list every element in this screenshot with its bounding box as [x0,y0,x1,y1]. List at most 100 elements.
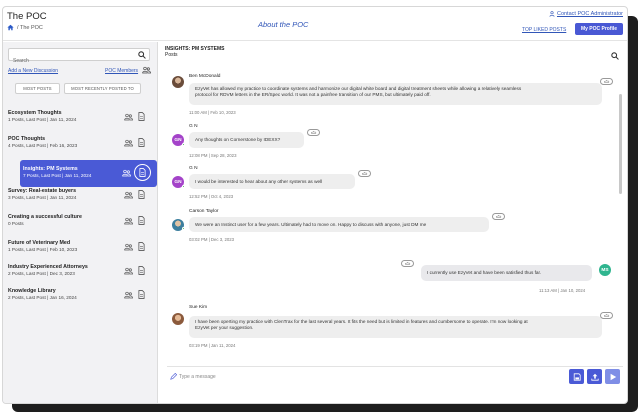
add-discussion-link[interactable]: Add a New Discussion [8,68,58,74]
message-author: Sue Kim [189,305,208,310]
document-button[interactable] [134,164,151,181]
save-button[interactable] [569,369,584,384]
poc-members-link[interactable]: POC Members [105,68,138,74]
message-author: G N [189,166,198,171]
group-icon[interactable] [124,139,133,147]
message-text: I would be interested to hear about any … [195,179,323,184]
search-icon[interactable] [611,52,619,60]
document-icon[interactable] [138,138,145,147]
person-icon [549,11,555,17]
group-icon[interactable] [124,191,133,199]
topic-title: Ecosystem Thoughts [8,110,62,116]
message-text: EzyVet per your suggestion. [195,325,254,330]
message-bubble: Any thoughts on Cornerstone by IDEXX? [189,132,304,148]
topic-meta: 0 Posts [8,221,24,226]
group-icon[interactable] [124,267,133,275]
breadcrumb: / The POC [7,24,43,31]
online-indicator [182,143,185,146]
sort-recent-button[interactable]: MOST RECENTLY POSTED TO [64,83,141,94]
message: GN G N I would be interested to hear abo… [159,164,627,204]
topic-item[interactable]: Knowledge Library 2 Posts, Last Post | J… [3,282,157,310]
like-button[interactable] [492,213,505,220]
members-icon[interactable] [142,66,151,74]
topic-item[interactable]: Ecosystem Thoughts 1 Posts, Last Post | … [3,104,157,132]
home-icon[interactable] [7,24,14,31]
sidebar-search [8,48,150,67]
message-timestamp: 03:19 PM | Jan 11, 2024 [189,343,236,348]
topic-meta: 3 Posts, Last Post | Jan 11, 2024 [8,195,77,200]
message-timestamp: 12:08 PM | Sep 28, 2023 [189,153,237,158]
online-indicator [182,227,185,230]
message-timestamp: 12:52 PM | Oct 4, 2023 [189,194,234,199]
document-icon[interactable] [138,190,145,199]
topic-meta: 7 Posts, Last Post | Jan 11, 2024 [23,173,92,178]
group-icon[interactable] [124,291,133,299]
like-button[interactable] [307,129,320,136]
online-indicator [182,185,185,188]
message-author: G N [189,124,198,129]
topic-title: Future of Veterinary Med [8,240,71,246]
send-button[interactable] [605,369,620,384]
thumbs-up-icon [361,172,367,175]
document-icon[interactable] [138,290,145,299]
like-button[interactable] [401,260,414,267]
message-bubble: I currently use EzyVet and have been sat… [421,265,592,281]
group-icon[interactable] [122,169,131,177]
top-liked-posts-link[interactable]: TOP LIKED POSTS [522,27,566,33]
upload-button[interactable] [587,369,602,384]
message-bubble: EzyVet has allowed my practice to coordi… [189,83,602,105]
message: Ben McDonald EzyVet has allowed my pract… [159,64,627,124]
thread-panel: INSIGHTS: PM SYSTEMS Posts Ben McDonald … [159,42,627,403]
sort-most-posts-button[interactable]: MOST POSTS [15,83,60,94]
topic-item[interactable]: POC Thoughts 4 Posts, Last Post | Feb 16… [3,130,157,158]
group-icon[interactable] [124,113,133,121]
pen-icon [170,373,177,380]
avatar[interactable]: MS [599,264,611,276]
upload-icon [590,373,599,381]
document-icon[interactable] [138,266,145,275]
avatar[interactable] [172,76,184,88]
message: Carson Taylor We were an Instinct user f… [159,208,627,248]
topic-title: Survey: Real-estate buyers [8,188,77,194]
save-icon [573,372,581,381]
contact-admin-link[interactable]: Contact POC Administrator [549,11,623,17]
message-bubble: I have been operting my practice with Cl… [189,316,602,338]
sidebar-search-input[interactable] [9,55,129,67]
topic-item[interactable]: Creating a successful culture 0 Posts [3,208,157,236]
topic-meta: 2 Posts, Last Post | Jan 16, 2024 [8,295,77,300]
topic-title: Creating a successful culture [8,214,82,220]
search-icon[interactable] [138,51,146,59]
about-poc-link[interactable]: About the POC [258,20,308,29]
like-button[interactable] [600,78,613,85]
app-window: The POC / The POC About the POC Contact … [2,6,628,404]
contact-admin-label: Contact POC Administrator [556,11,623,17]
document-icon[interactable] [138,216,145,225]
document-icon[interactable] [138,242,145,251]
topic-title: Knowledge Library [8,288,56,294]
avatar[interactable] [172,313,184,325]
like-button[interactable] [358,170,371,177]
like-button[interactable] [600,312,613,319]
thumbs-up-icon [603,80,609,83]
my-profile-button[interactable]: My POC Profile [575,23,623,35]
header: The POC / The POC About the POC Contact … [3,7,627,41]
thread-subtitle: Posts [165,52,178,58]
breadcrumb-label: / The POC [17,24,43,31]
message-timestamp: 11:00 AM | Feb 10, 2023 [189,110,236,115]
group-icon[interactable] [124,217,133,225]
topic-title: Industry Experienced Attorneys [8,264,88,270]
document-icon[interactable] [138,112,145,121]
topic-item[interactable]: Survey: Real-estate buyers 3 Posts, Last… [3,182,157,210]
message-author: Ben McDonald [189,74,221,79]
message: GN G N Any thoughts on Cornerstone by ID… [159,122,627,162]
group-icon[interactable] [124,243,133,251]
topic-meta: 4 Posts, Last Post | Feb 16, 2023 [8,143,78,148]
message-bubble: I would be interested to hear about any … [189,174,355,189]
thumbs-up-icon [603,314,609,317]
message-outgoing: I currently use EzyVet and have been sat… [159,254,627,294]
message-text: Any thoughts on Cornerstone by IDEXX? [195,137,281,142]
message-feed[interactable]: Ben McDonald EzyVet has allowed my pract… [159,64,627,369]
message-input[interactable] [179,372,559,382]
message-text: We were an Instinct user for a few years… [195,222,427,227]
thumbs-up-icon [404,262,410,265]
